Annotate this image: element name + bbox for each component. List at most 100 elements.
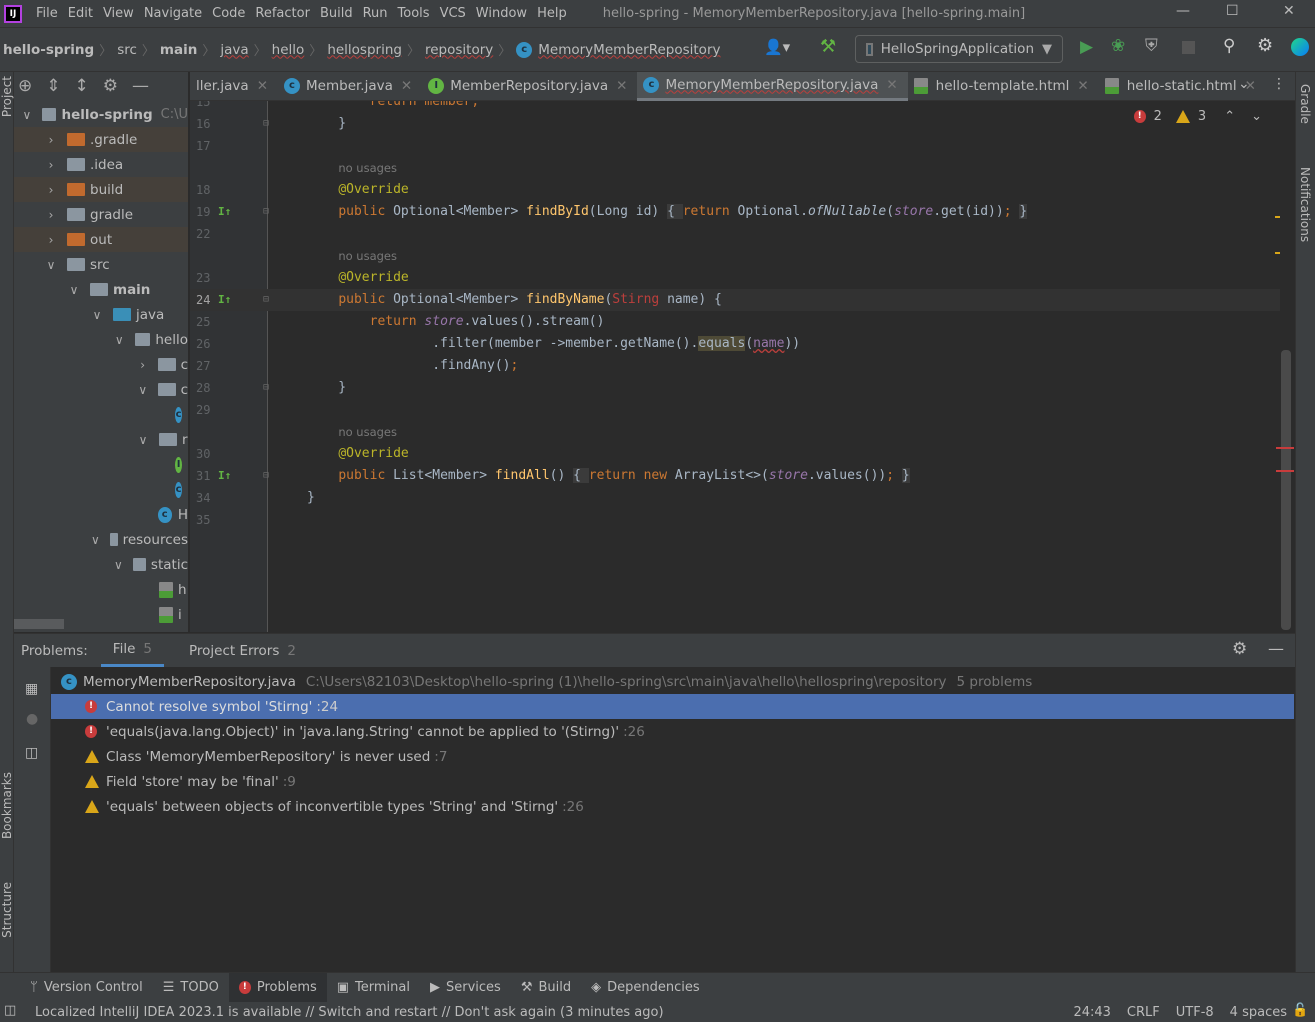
- tree-item[interactable]: c: [14, 477, 188, 502]
- notifications-tool-button[interactable]: Notifications: [1298, 167, 1312, 242]
- tree-item[interactable]: ∨ src: [14, 252, 188, 277]
- breadcrumb-item[interactable]: hello-spring: [3, 42, 94, 58]
- fold-marker-icon[interactable]: ⊟: [263, 289, 269, 311]
- structure-tool-button[interactable]: Structure: [0, 882, 14, 938]
- fold-marker-icon[interactable]: ⊟: [263, 465, 269, 487]
- status-message[interactable]: Localized IntelliJ IDEA 2023.1 is availa…: [35, 1005, 664, 1020]
- chevron-right-icon[interactable]: ›: [45, 208, 57, 222]
- stop-icon[interactable]: [1182, 41, 1195, 54]
- locate-icon[interactable]: ⊕: [18, 76, 32, 96]
- coverage-icon[interactable]: ⛨: [1145, 36, 1158, 56]
- hide-icon[interactable]: —: [1268, 639, 1284, 658]
- close-tab-icon[interactable]: ✕: [616, 78, 627, 94]
- menu-navigate[interactable]: Navigate: [144, 6, 202, 21]
- menu-tools[interactable]: Tools: [398, 6, 430, 21]
- close-tab-icon[interactable]: ✕: [1077, 78, 1088, 94]
- close-tab-icon[interactable]: ✕: [401, 78, 412, 94]
- tab-hello-template-html[interactable]: hello-template.html ✕: [908, 72, 1099, 101]
- fold-marker-icon[interactable]: ⊟: [263, 377, 269, 399]
- search-icon[interactable]: ⚲: [1223, 36, 1235, 56]
- code-editor[interactable]: 15 return member; 16 ⊟ } 17 no usages 18 @Ov…: [190, 101, 1280, 632]
- implements-method-icon[interactable]: I↑: [218, 465, 231, 487]
- layout-icon[interactable]: ◫: [4, 1003, 16, 1018]
- error-marker[interactable]: [1276, 447, 1294, 449]
- chevron-down-icon[interactable]: ∨: [114, 558, 123, 572]
- tree-item[interactable]: › build: [14, 177, 188, 202]
- problems-tab-file[interactable]: File 5: [100, 634, 164, 667]
- problem-item[interactable]: ! Cannot resolve symbol 'Stirng':24: [51, 694, 1294, 719]
- gear-icon[interactable]: ⚙: [103, 76, 118, 96]
- menu-file[interactable]: File: [36, 6, 58, 21]
- run-icon[interactable]: ▶: [1080, 37, 1093, 57]
- tool-window-problems[interactable]: ! Problems: [228, 972, 327, 1003]
- chevron-down-icon[interactable]: ∨: [137, 383, 148, 397]
- fold-marker-icon[interactable]: ⊟: [263, 113, 269, 135]
- chevron-right-icon[interactable]: ›: [45, 158, 57, 172]
- user-icon[interactable]: 👤▾: [764, 38, 790, 56]
- build-hammer-icon[interactable]: ⚒: [820, 36, 836, 57]
- tree-item[interactable]: › .gradle: [14, 127, 188, 152]
- menu-code[interactable]: Code: [212, 6, 245, 21]
- gradle-tool-button[interactable]: Gradle: [1298, 84, 1312, 124]
- close-tab-icon[interactable]: ✕: [257, 78, 268, 94]
- tree-item[interactable]: c: [14, 402, 188, 427]
- problems-tab-project-errors[interactable]: Project Errors 2: [189, 634, 296, 667]
- warning-marker[interactable]: [1275, 216, 1280, 218]
- implements-method-icon[interactable]: I↑: [218, 289, 231, 311]
- collapse-all-icon[interactable]: ↕: [75, 76, 89, 96]
- line-separator[interactable]: CRLF: [1127, 1005, 1160, 1020]
- tab-ller-java[interactable]: ller.java ✕: [190, 72, 278, 101]
- error-marker[interactable]: [1276, 470, 1294, 472]
- maximize-button[interactable]: ☐: [1226, 3, 1239, 19]
- breadcrumb-item[interactable]: MemoryMemberRepository: [538, 42, 720, 58]
- problem-item[interactable]: Field 'store' may be 'final':9: [51, 769, 1294, 794]
- debug-icon[interactable]: ❀: [1111, 36, 1125, 56]
- chevron-down-icon[interactable]: ∨: [22, 108, 32, 122]
- tree-item[interactable]: cH: [14, 502, 188, 527]
- breadcrumb-item[interactable]: java: [220, 42, 248, 58]
- tree-item[interactable]: ∨ main: [14, 277, 188, 302]
- menu-help[interactable]: Help: [537, 6, 567, 21]
- jetbrains-toolbox-icon[interactable]: [1291, 38, 1309, 56]
- tree-item[interactable]: › c: [14, 352, 188, 377]
- file-encoding[interactable]: UTF-8: [1176, 1005, 1214, 1020]
- tree-item[interactable]: › gradle: [14, 202, 188, 227]
- menu-refactor[interactable]: Refactor: [255, 6, 310, 21]
- breadcrumb-item[interactable]: main: [160, 42, 197, 58]
- tree-item[interactable]: ∨ resources: [14, 527, 188, 552]
- tool-window-build[interactable]: ⚒ Build: [511, 973, 581, 1003]
- tool-window-terminal[interactable]: ▣ Terminal: [327, 973, 420, 1003]
- breadcrumb-item[interactable]: repository: [425, 42, 493, 58]
- project-tool-button[interactable]: Project: [0, 76, 14, 117]
- chevron-right-icon[interactable]: ›: [45, 233, 57, 247]
- expand-all-icon[interactable]: ⇕: [46, 76, 60, 96]
- menu-view[interactable]: View: [103, 6, 134, 21]
- tool-window-todo[interactable]: ☰ TODO: [153, 973, 229, 1003]
- menu-vcs[interactable]: VCS: [440, 6, 466, 21]
- chevron-down-icon[interactable]: ∨: [45, 258, 57, 272]
- close-button[interactable]: ✕: [1283, 3, 1295, 19]
- breadcrumb-item[interactable]: src: [117, 42, 137, 58]
- vertical-scrollbar[interactable]: [1281, 350, 1291, 630]
- chevron-right-icon[interactable]: ›: [45, 183, 57, 197]
- inspection-widget[interactable]: ! 2 3 ⌃ ⌄: [1133, 109, 1262, 124]
- tree-item[interactable]: ∨ hello-spring C:\U: [14, 102, 188, 127]
- breadcrumb-item[interactable]: hello: [272, 42, 305, 58]
- tool-window-version-control[interactable]: ᛘ Version Control: [20, 973, 153, 1003]
- indent-setting[interactable]: 4 spaces: [1230, 1005, 1287, 1020]
- tab-member-java[interactable]: c Member.java ✕: [278, 72, 422, 101]
- tab-list-chevron-icon[interactable]: ⌄: [1238, 76, 1250, 92]
- tree-item[interactable]: ∨ c: [14, 377, 188, 402]
- tree-item[interactable]: › out: [14, 227, 188, 252]
- problem-item[interactable]: ! 'equals(java.lang.Object)' in 'java.lan…: [51, 719, 1294, 744]
- menu-window[interactable]: Window: [476, 6, 527, 21]
- lightbulb-icon[interactable]: ●: [26, 711, 38, 727]
- minimize-button[interactable]: —: [1176, 3, 1190, 19]
- chevron-down-icon[interactable]: ∨: [91, 533, 100, 547]
- tree-item[interactable]: › .idea: [14, 152, 188, 177]
- bookmarks-tool-button[interactable]: Bookmarks: [0, 772, 14, 839]
- tool-window-services[interactable]: ▶ Services: [420, 973, 511, 1003]
- tree-item[interactable]: h: [14, 577, 188, 602]
- horizontal-scrollbar[interactable]: [14, 619, 64, 629]
- next-highlight-icon[interactable]: ⌄: [1251, 109, 1262, 124]
